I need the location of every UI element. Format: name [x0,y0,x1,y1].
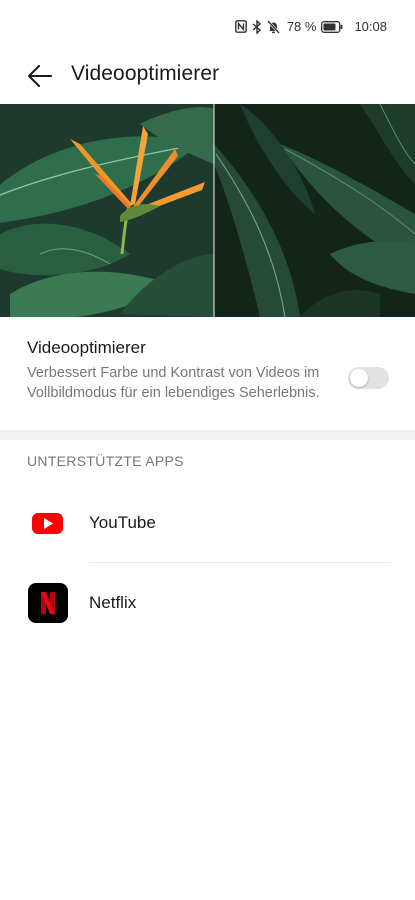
comparison-preview-image [0,104,415,317]
page-title: Videooptimierer [71,62,220,85]
clock: 10:08 [354,19,387,34]
battery-icon [321,20,343,33]
mute-icon [266,19,280,34]
battery-percent: 78 % [286,19,317,34]
status-bar: 78 % 10:08 [0,0,415,52]
netflix-icon [28,583,68,623]
section-divider [0,430,415,440]
app-item-youtube[interactable]: YouTube [0,483,415,563]
app-header: Videooptimierer [0,52,415,104]
setting-title: Videooptimierer [27,338,146,357]
youtube-icon [28,503,68,543]
toggle-knob [350,369,368,387]
video-optimizer-toggle[interactable] [348,367,389,389]
setting-description: Verbessert Farbe und Kontrast von Videos… [27,365,320,401]
supported-apps-header: UNTERSTÜTZTE APPS [27,453,184,469]
back-button[interactable] [22,60,58,96]
app-label-youtube: YouTube [89,513,156,532]
app-label-netflix: Netflix [89,593,137,612]
video-optimizer-setting: Videooptimierer Verbessert Farbe und Kon… [0,330,415,430]
status-icons: 78 % 10:08 [234,19,387,34]
app-item-netflix[interactable]: Netflix [0,563,415,643]
arrow-left-icon [27,64,53,93]
bluetooth-icon [252,19,262,34]
nfc-icon [234,20,247,33]
